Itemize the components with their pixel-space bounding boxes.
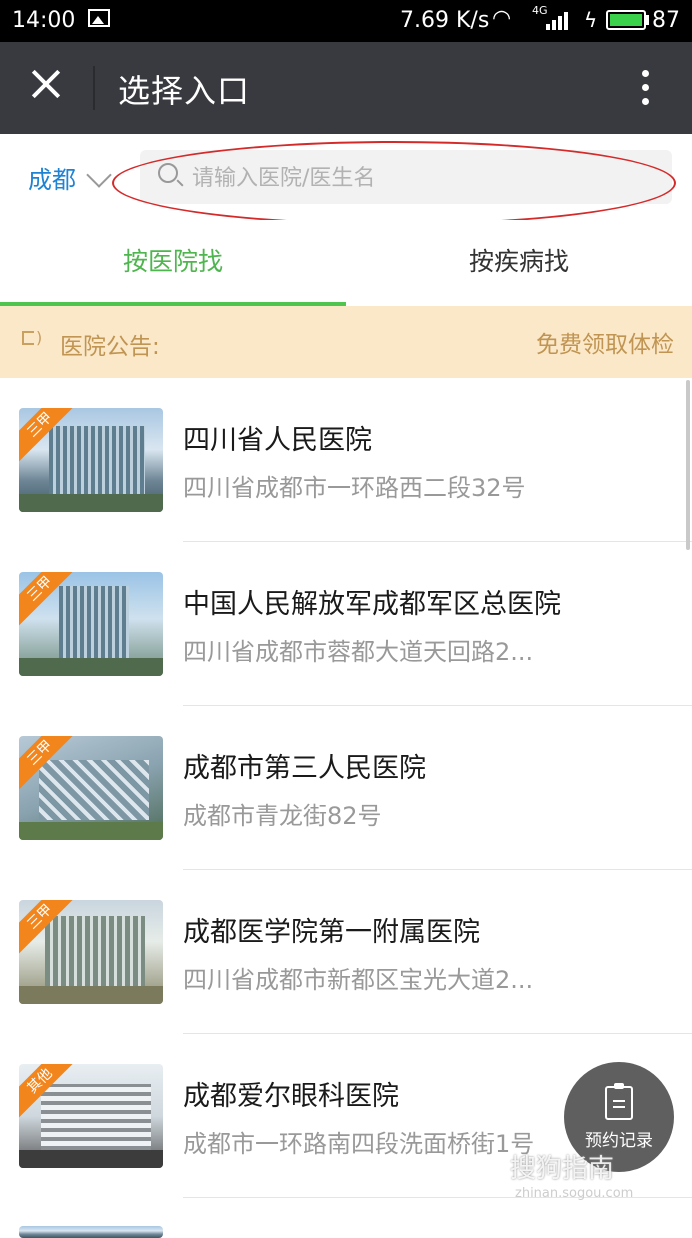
wifi-icon: ◠ [492,6,512,31]
hospital-photo: 三甲 [19,736,163,840]
hospital-photo: 三甲 [19,408,163,512]
notice-label: 医院公告: [60,334,160,360]
notice-bar: ) 医院公告: 免费领取体检 [0,306,692,378]
tab-by-hospital[interactable]: 按医院找 [0,220,346,306]
page-title: 选择入口 [118,72,251,110]
search-box[interactable] [140,150,672,204]
hospital-photo: 其他 [19,1064,163,1168]
hospital-address: 四川省成都市一环路西二段32号 [183,474,526,502]
image-notification-icon [88,9,110,27]
hospital-name: 中国人民解放军成都军区总医院 [183,589,561,620]
watermark-logo: 搜狗指南 [510,1154,615,1184]
city-selector[interactable]: 成都 [28,160,76,195]
status-time: 14:00 [12,8,76,33]
list-item[interactable]: 三甲 中国人民解放军成都军区总医院 四川省成都市蓉都大道天回路2... [0,542,692,706]
speaker-icon [22,331,34,345]
hospital-name: 四川省人民医院 [183,425,372,456]
tab-bar: 按医院找 按疾病找 [0,220,692,307]
chevron-down-icon[interactable] [86,162,112,188]
list-item[interactable]: 三甲 四川省人民医院 四川省成都市一环路西二段32号 [0,378,692,542]
list-item[interactable]: 三甲 成都医学院第一附属医院 四川省成都市新都区宝光大道2... [0,870,692,1034]
hospital-name: 成都医学院第一附属医院 [183,917,480,948]
charging-icon: ϟ [584,8,598,32]
hospital-photo: 三甲 [19,572,163,676]
signal-bars-icon [546,12,572,30]
list-item[interactable]: 三甲 成都市第三人民医院 成都市青龙街82号 [0,706,692,870]
hospital-address: 成都市一环路南四段洗面桥街1号 [183,1130,535,1158]
free-checkup-link[interactable]: 免费领取体检 [536,325,674,359]
battery-icon [606,10,646,30]
status-bar: 14:00 7.69 K/s ◠ 4G ϟ 87 [0,0,692,42]
clipboard-icon [605,1083,633,1120]
title-divider [93,66,95,110]
tab-by-disease[interactable]: 按疾病找 [346,220,692,306]
network-speed: 7.69 K/s [400,8,490,33]
hospital-name: 成都爱尔眼科医院 [183,1081,399,1112]
scrollbar[interactable] [686,380,690,550]
search-row: 成都 [0,134,692,221]
hospital-photo: 三甲 [19,900,163,1004]
hospital-name: 成都市第三人民医院 [183,753,426,784]
battery-level: 87 [652,8,680,33]
hospital-photo [19,1226,163,1238]
watermark-url: zhinan.sogou.com [515,1186,634,1201]
close-icon[interactable] [26,64,66,104]
hospital-address: 四川省成都市新都区宝光大道2... [183,966,534,994]
hospital-address: 四川省成都市蓉都大道天回路2... [183,638,534,666]
search-icon [158,163,178,183]
title-bar: 选择入口 [0,42,692,134]
search-input[interactable] [190,158,664,198]
hospital-address: 成都市青龙街82号 [183,802,382,830]
battery-tip [646,15,649,25]
sound-waves-icon: ) [36,328,43,347]
more-vertical-icon[interactable] [630,66,660,110]
list-item[interactable] [0,1198,692,1238]
